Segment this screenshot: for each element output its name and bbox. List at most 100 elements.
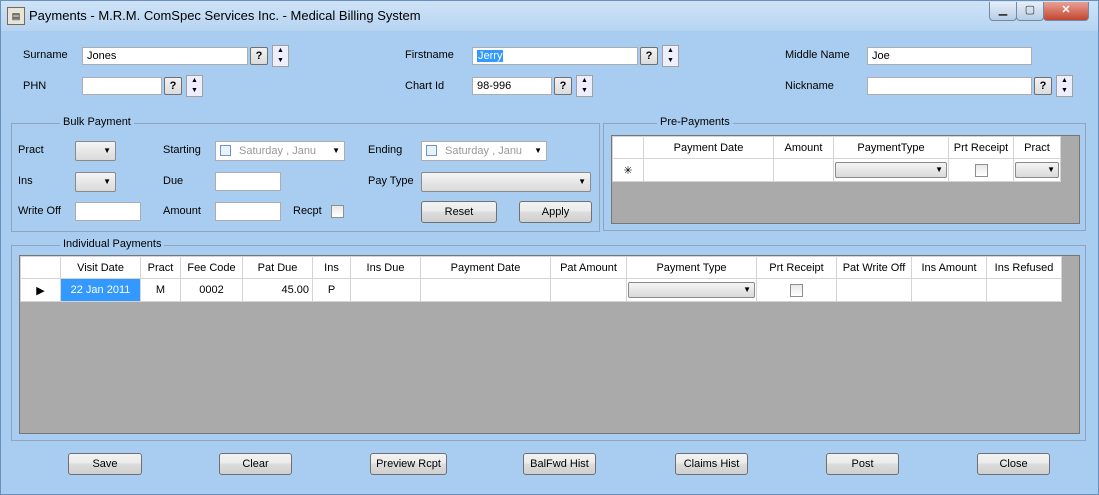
phn-spinner[interactable]: ▲ ▼ — [186, 75, 203, 97]
dropdown-arrow-icon: ▼ — [578, 177, 586, 186]
column-header[interactable]: Ins — [312, 256, 351, 279]
column-header[interactable]: Pat Amount — [550, 256, 627, 279]
current-row-icon: ▶ — [20, 278, 61, 302]
column-header[interactable]: PaymentType — [833, 136, 949, 159]
payment-date-cell[interactable] — [420, 278, 551, 302]
firstname-lookup-button[interactable]: ? — [640, 47, 658, 65]
ending-date-picker[interactable]: Saturday , Janu ▼ — [421, 141, 547, 161]
nickname-field[interactable] — [867, 77, 1032, 95]
prt-receipt-cell[interactable] — [756, 278, 837, 302]
starting-date-picker[interactable]: Saturday , Janu ▼ — [215, 141, 345, 161]
pract-cell[interactable]: ▼ — [1013, 158, 1061, 182]
pat-write-off-cell[interactable] — [836, 278, 912, 302]
pract-cell[interactable]: M — [140, 278, 181, 302]
recpt-checkbox[interactable] — [331, 205, 344, 218]
minimize-button[interactable]: ▁ — [989, 2, 1017, 21]
down-arrow-icon[interactable]: ▼ — [577, 86, 592, 96]
phn-label: PHN — [23, 80, 47, 92]
payment-type-cell[interactable]: ▼ — [626, 278, 757, 302]
amount-label: Amount — [163, 205, 201, 217]
up-arrow-icon[interactable]: ▲ — [663, 46, 678, 56]
reset-button[interactable]: Reset — [421, 201, 497, 223]
prt-receipt-checkbox[interactable] — [790, 283, 803, 297]
prt-receipt-checkbox[interactable] — [974, 163, 988, 177]
chart-id-lookup-button[interactable]: ? — [554, 77, 572, 95]
column-header[interactable]: Prt Receipt — [756, 256, 837, 279]
prt-receipt-cell[interactable] — [948, 158, 1014, 182]
up-arrow-icon[interactable]: ▲ — [577, 76, 592, 86]
column-header[interactable]: Amount — [773, 136, 834, 159]
down-arrow-icon[interactable]: ▼ — [273, 56, 288, 66]
chart-id-field[interactable]: 98-996 — [472, 77, 552, 95]
down-arrow-icon[interactable]: ▼ — [663, 56, 678, 66]
pay-type-dropdown[interactable]: ▼ — [421, 172, 591, 192]
pat-due-cell[interactable]: 45.00 — [242, 278, 313, 302]
bulk-ins-dropdown[interactable]: ▼ — [75, 172, 116, 192]
payment-date-cell[interactable] — [643, 158, 774, 182]
up-arrow-icon[interactable]: ▲ — [1057, 76, 1072, 86]
up-arrow-icon[interactable]: ▲ — [187, 76, 202, 86]
payment-type-dropdown[interactable]: ▼ — [628, 282, 755, 298]
apply-button[interactable]: Apply — [519, 201, 592, 223]
firstname-spinner[interactable]: ▲ ▼ — [662, 45, 679, 67]
visit-date-cell[interactable]: 22 Jan 2011 — [60, 278, 141, 302]
down-arrow-icon[interactable]: ▼ — [187, 86, 202, 96]
table-row[interactable]: ▶ 22 Jan 2011 M 0002 45.00 P ▼ — [20, 278, 1062, 302]
ins-amount-cell[interactable] — [911, 278, 987, 302]
column-header[interactable]: Pat Write Off — [836, 256, 912, 279]
down-arrow-icon[interactable]: ▼ — [1057, 86, 1072, 96]
column-header[interactable]: Pract — [1013, 136, 1061, 159]
fee-code-cell[interactable]: 0002 — [180, 278, 243, 302]
surname-field[interactable]: Jones — [82, 47, 248, 65]
column-header[interactable]: Fee Code — [180, 256, 243, 279]
post-button[interactable]: Post — [826, 453, 899, 475]
column-header[interactable]: Ins Amount — [911, 256, 987, 279]
dropdown-arrow-icon: ▼ — [534, 146, 542, 155]
bulk-writeoff-field[interactable] — [75, 202, 141, 221]
firstname-field[interactable]: Jerry — [472, 47, 638, 65]
ins-cell[interactable]: P — [312, 278, 351, 302]
surname-lookup-button[interactable]: ? — [250, 47, 268, 65]
claims-history-button[interactable]: Claims Hist — [675, 453, 748, 475]
chart-id-label: Chart Id — [405, 80, 445, 92]
close-window-button[interactable]: ✕ — [1043, 2, 1089, 21]
close-button[interactable]: Close — [977, 453, 1050, 475]
amount-cell[interactable] — [773, 158, 834, 182]
starting-date-checkbox[interactable] — [220, 145, 231, 156]
clear-button[interactable]: Clear — [219, 453, 292, 475]
column-header[interactable]: Payment Date — [643, 136, 774, 159]
column-header[interactable]: Visit Date — [60, 256, 141, 279]
nickname-spinner[interactable]: ▲ ▼ — [1056, 75, 1073, 97]
nickname-lookup-button[interactable]: ? — [1034, 77, 1052, 95]
ending-date-checkbox[interactable] — [426, 145, 437, 156]
maximize-button[interactable]: ▢ — [1016, 2, 1044, 21]
amount-field[interactable] — [215, 202, 281, 221]
column-header[interactable]: Payment Type — [626, 256, 757, 279]
ins-due-cell[interactable] — [350, 278, 421, 302]
up-arrow-icon[interactable]: ▲ — [273, 46, 288, 56]
pract-dropdown[interactable]: ▼ — [1015, 162, 1059, 178]
column-header[interactable]: Pract — [140, 256, 181, 279]
pat-amount-cell[interactable] — [550, 278, 627, 302]
column-header[interactable]: Ins Refused — [986, 256, 1062, 279]
middle-name-field[interactable]: Joe — [867, 47, 1032, 65]
bulk-pract-label: Pract — [18, 144, 44, 156]
preview-receipt-button[interactable]: Preview Rcpt — [370, 453, 447, 475]
pre-payments-title: Pre-Payments — [657, 116, 733, 128]
save-button[interactable]: Save — [68, 453, 142, 475]
column-header[interactable]: Prt Receipt — [948, 136, 1014, 159]
phn-lookup-button[interactable]: ? — [164, 77, 182, 95]
chart-id-spinner[interactable]: ▲ ▼ — [576, 75, 593, 97]
bulk-pract-dropdown[interactable]: ▼ — [75, 141, 116, 161]
column-header[interactable]: Ins Due — [350, 256, 421, 279]
column-header[interactable]: Payment Date — [420, 256, 551, 279]
due-field[interactable] — [215, 172, 281, 191]
payment-type-dropdown[interactable]: ▼ — [835, 162, 947, 178]
column-header[interactable]: Pat Due — [242, 256, 313, 279]
table-row[interactable]: ✳ ▼ ▼ — [612, 158, 1061, 182]
phn-field[interactable] — [82, 77, 162, 95]
balfwd-history-button[interactable]: BalFwd Hist — [523, 453, 596, 475]
ins-refused-cell[interactable] — [986, 278, 1062, 302]
surname-spinner[interactable]: ▲ ▼ — [272, 45, 289, 67]
payment-type-cell[interactable]: ▼ — [833, 158, 949, 182]
